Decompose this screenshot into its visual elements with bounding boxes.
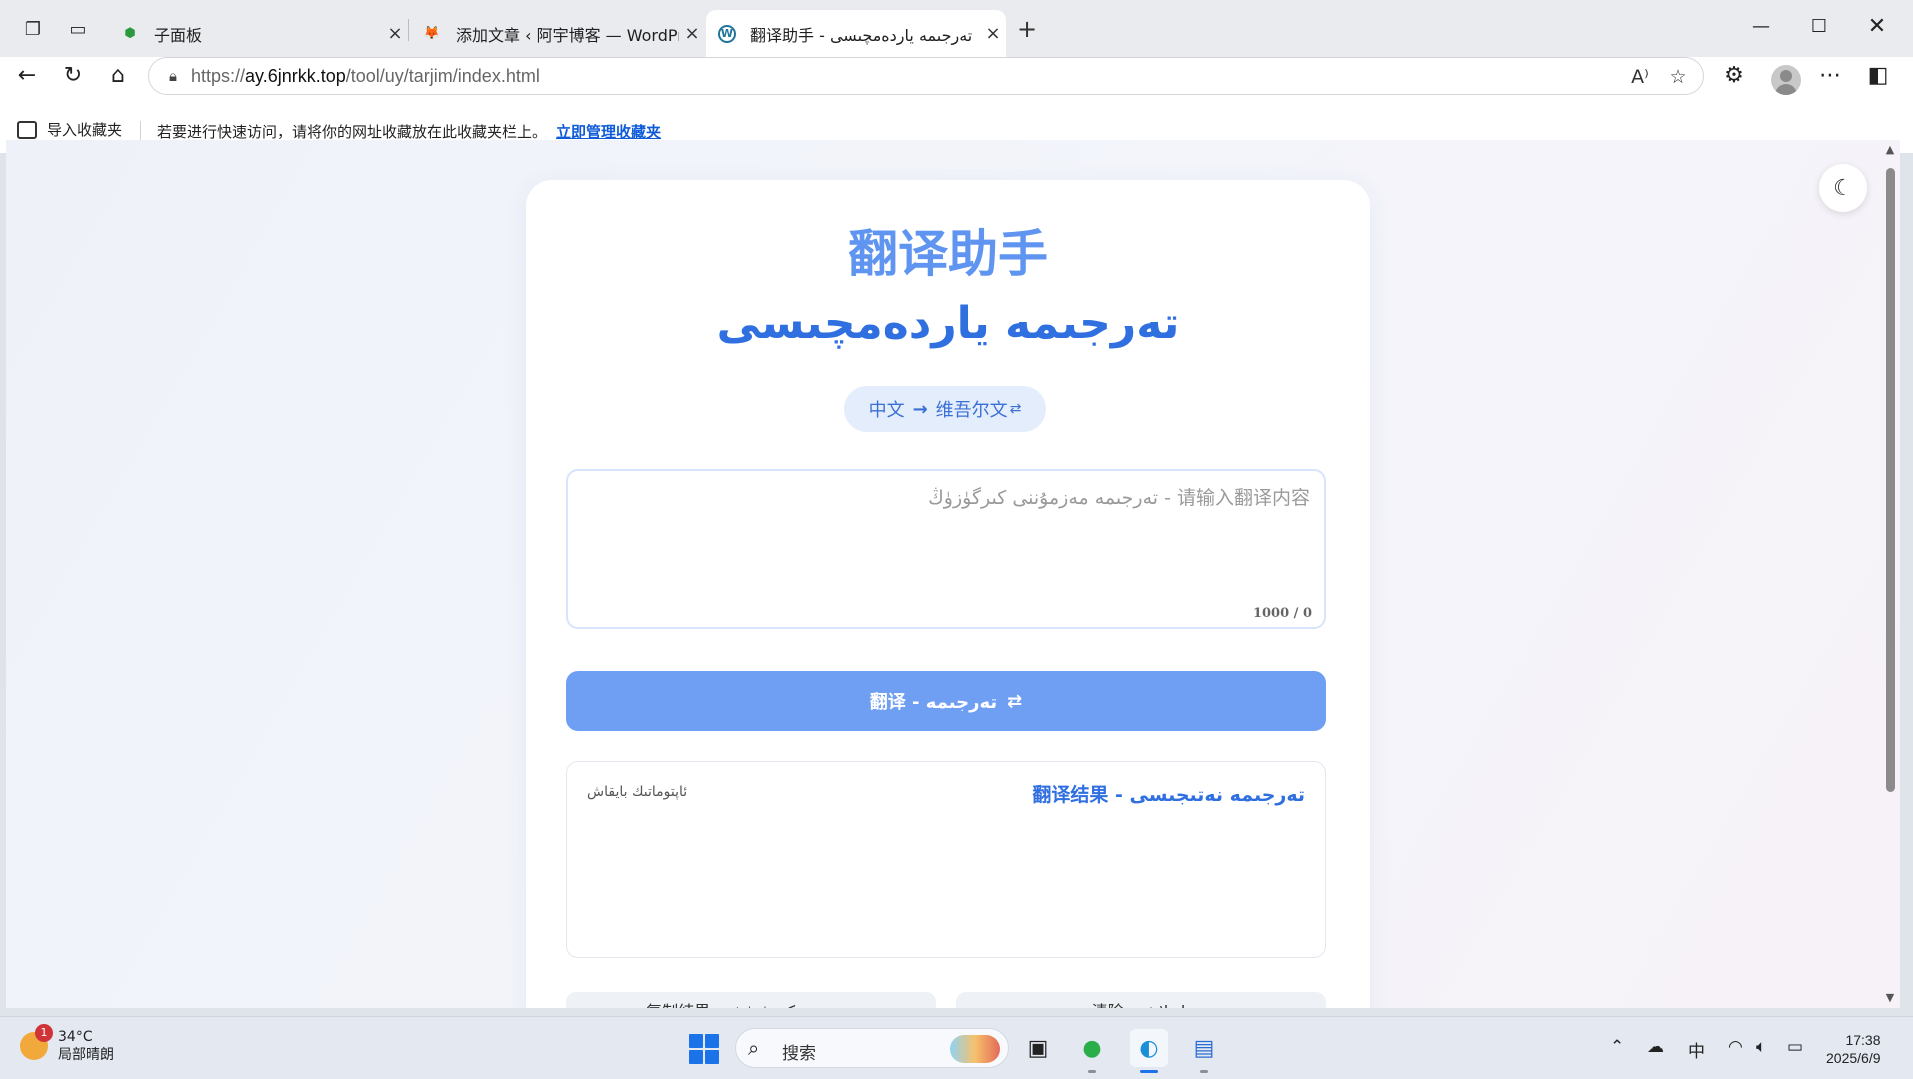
battery-icon[interactable]: ▭ xyxy=(1787,1037,1803,1057)
tab-actions-icon[interactable]: ▭ xyxy=(64,15,92,43)
refresh-icon[interactable]: ↻ xyxy=(55,57,91,93)
translate-button[interactable]: 翻译 - تەرجىمە ⇄ xyxy=(566,671,1326,731)
tab-title: 子面板 xyxy=(154,25,203,45)
tab-title: 翻译助手 - تەرجىمە ياردەمچىسى xyxy=(750,25,973,45)
translator-card: 翻译助手 تەرجىمە ياردەمچىسى 中文 → 维吾尔文 ⇄ 1000… xyxy=(526,180,1370,1008)
close-tab-icon[interactable]: × xyxy=(679,23,705,44)
start-button[interactable] xyxy=(689,1034,719,1064)
notepad-icon[interactable]: ▤ xyxy=(1185,1029,1223,1073)
close-tab-icon[interactable]: × xyxy=(980,23,1006,44)
tab-title: 添加文章 ‹ 阿宇博客 — WordPress xyxy=(456,25,679,45)
dark-mode-toggle[interactable]: ☾ xyxy=(1819,164,1867,212)
search-icon: ⌕ xyxy=(748,1036,760,1060)
moon-icon: ☾ xyxy=(1833,175,1853,201)
profile-avatar[interactable] xyxy=(1771,65,1801,95)
tab-translator[interactable]: W 翻译助手 - تەرجىمە ياردەمچىسى × xyxy=(706,10,1006,57)
target-language: 维吾尔文 xyxy=(935,400,1008,421)
minimize-icon[interactable]: — xyxy=(1733,8,1789,44)
page-viewport: ☾ 翻译助手 تەرجىمە ياردەمچىسى 中文 → 维吾尔文 ⇄ 10… xyxy=(6,140,1900,1008)
result-placeholder: ئاپتوماتىك بايقاش xyxy=(587,784,688,800)
divider xyxy=(140,121,141,141)
weather-desc: 局部晴朗 xyxy=(58,1047,114,1063)
site-info-icon[interactable]: 🔒︎ xyxy=(163,66,183,86)
close-window-icon[interactable]: ✕ xyxy=(1849,8,1905,44)
weather-widget[interactable]: 1 34°C 局部晴朗 xyxy=(20,1024,114,1064)
source-language: 中文 xyxy=(868,400,905,421)
favorites-hint: 若要进行快速访问，请将你的网址收藏放在此收藏夹栏上。 xyxy=(157,123,548,141)
back-icon[interactable]: ← xyxy=(9,57,45,93)
taskbar-search[interactable]: ⌕ 搜索 xyxy=(735,1028,1009,1068)
edge-icon[interactable]: ◐ xyxy=(1130,1029,1168,1073)
wordpress-icon: W xyxy=(718,24,736,43)
workspaces-icon[interactable]: ❐ xyxy=(19,15,47,43)
onedrive-icon[interactable]: ☁ xyxy=(1647,1037,1664,1057)
search-highlight-image xyxy=(950,1035,1000,1063)
more-options-icon[interactable]: ⋯ xyxy=(1812,57,1848,93)
shield-icon: ⬢ xyxy=(124,26,136,41)
address-url[interactable]: https://ay.6jnrkk.top/tool/uy/tarjim/ind… xyxy=(191,66,540,87)
scroll-thumb[interactable] xyxy=(1886,168,1895,792)
browser-titlebar: ❐ ▭ ⬢ 子面板 × 🦊 添加文章 ‹ 阿宇博客 — WordPress × … xyxy=(0,0,1913,57)
address-bar[interactable]: 🔒︎ https://ay.6jnrkk.top/tool/uy/tarjim/… xyxy=(148,57,1704,95)
task-view-icon[interactable]: ▣ xyxy=(1019,1029,1057,1067)
source-text-area: 1000 / 0 xyxy=(566,469,1326,629)
clear-button[interactable]: 清除 - تازىلاش xyxy=(956,992,1326,1008)
tab-panel[interactable]: ⬢ 子面板 × xyxy=(108,10,408,57)
notification-badge: 1 xyxy=(35,1024,53,1042)
clear-label: 清除 - تازىلاش xyxy=(1092,998,1191,1008)
char-counter: 1000 / 0 xyxy=(1252,606,1312,621)
sidebar-toggle-icon[interactable]: ◧ xyxy=(1860,57,1896,93)
read-aloud-icon[interactable]: A⁾ xyxy=(1627,64,1653,90)
show-hidden-icons[interactable]: ⌃ xyxy=(1610,1037,1624,1057)
new-tab-icon[interactable]: + xyxy=(1013,15,1041,43)
copy-result-button[interactable]: 复制结果 - نەتىجىنى كۆچۈرۈش xyxy=(566,992,936,1008)
wechat-icon[interactable]: ● xyxy=(1073,1029,1111,1073)
translate-icon: ⇄ xyxy=(1007,690,1023,712)
search-label: 搜索 xyxy=(782,1044,816,1064)
result-panel: 翻译结果 - تەرجىمە نەتىجىسى ئاپتوماتىك بايقا… xyxy=(566,761,1326,958)
weather-icon: 1 xyxy=(20,1024,53,1060)
result-title: 翻译结果 - تەرجىمە نەتىجىسى xyxy=(1032,784,1305,806)
system-clock[interactable]: 17:38 2025/6/9 xyxy=(1826,1031,1881,1067)
browser-toolbar: ← ↻ ⌂ 🔒︎ https://ay.6jnrkk.top/tool/uy/t… xyxy=(0,57,1913,153)
translate-icon: ⇄ xyxy=(1009,401,1022,417)
page-subtitle: تەرجىمە ياردەمچىسى xyxy=(716,298,1180,349)
tab-separator xyxy=(408,19,409,41)
wifi-icon[interactable]: ◠ xyxy=(1728,1037,1743,1057)
favorite-star-icon[interactable]: ☆ xyxy=(1665,64,1691,90)
language-switch-button[interactable]: 中文 → 维吾尔文 ⇄ xyxy=(844,386,1046,432)
scroll-up-icon[interactable]: ▲ xyxy=(1884,144,1896,156)
tab-wordpress[interactable]: 🦊 添加文章 ‹ 阿宇博客 — WordPress × xyxy=(410,10,705,57)
windows-taskbar: 1 34°C 局部晴朗 ⌕ 搜索 ▣ ● ◐ ▤ ⌃ ☁ 中 ◠ 🔈︎ ▭ 17… xyxy=(0,1016,1913,1079)
weather-temp: 34°C xyxy=(58,1029,93,1045)
arrow-icon: → xyxy=(912,398,928,420)
translation-input[interactable] xyxy=(582,483,1310,593)
import-icon xyxy=(17,120,37,139)
home-icon[interactable]: ⌂ xyxy=(100,57,136,93)
translate-button-label: 翻译 - تەرجىمە xyxy=(869,692,998,713)
import-favorites-label: 导入收藏夹 xyxy=(47,121,123,139)
scroll-down-icon[interactable]: ▼ xyxy=(1884,992,1896,1004)
page-scrollbar[interactable]: ▲ ▼ xyxy=(1880,140,1900,1008)
import-favorites-button[interactable]: 导入收藏夹 xyxy=(17,119,122,140)
volume-icon[interactable]: 🔈︎ xyxy=(1756,1037,1766,1057)
clock-date: 2025/6/9 xyxy=(1826,1050,1881,1066)
maximize-icon[interactable]: ☐ xyxy=(1791,8,1847,44)
copy-result-label: 复制结果 - نەتىجىنى كۆچۈرۈش xyxy=(646,998,856,1008)
extensions-icon[interactable]: ⚙ xyxy=(1716,57,1752,93)
clock-time: 17:38 xyxy=(1845,1032,1881,1048)
manage-favorites-link[interactable]: 立即管理收藏夹 xyxy=(556,121,661,142)
page-title: 翻译助手 xyxy=(848,225,1048,283)
ime-indicator[interactable]: 中 xyxy=(1688,1037,1705,1062)
fox-icon: 🦊 xyxy=(423,26,441,41)
close-tab-icon[interactable]: × xyxy=(382,23,408,44)
